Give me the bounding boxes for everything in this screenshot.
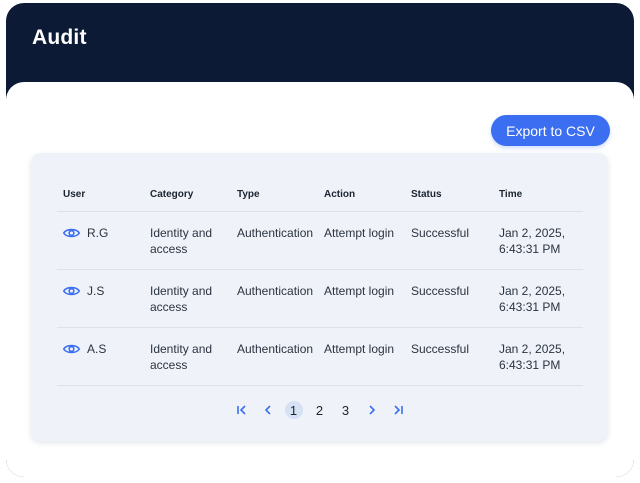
action-cell: Attempt login xyxy=(324,342,395,356)
last-page-icon[interactable] xyxy=(385,400,411,420)
time-cell: Jan 2, 2025, 6:43:31 PM xyxy=(499,226,566,256)
first-page-icon[interactable] xyxy=(229,400,255,420)
type-cell: Authentication xyxy=(237,226,314,240)
header-bar: Audit xyxy=(6,3,634,83)
page-title: Audit xyxy=(32,26,87,49)
status-cell: Successful xyxy=(411,342,470,356)
column-header-type: Type xyxy=(237,189,260,200)
user-name: R.G xyxy=(87,226,109,240)
column-header-time: Time xyxy=(499,189,523,200)
chevron-right-icon[interactable] xyxy=(359,400,385,420)
page-2-button[interactable]: 2 xyxy=(307,400,333,420)
export-csv-button[interactable]: Export to CSV xyxy=(491,115,610,146)
page-1-button[interactable]: 1 xyxy=(281,400,307,420)
user-name: A.S xyxy=(87,342,107,356)
column-header-status: Status xyxy=(411,189,442,200)
column-header-user: User xyxy=(63,189,86,200)
table-header: User Category Type Action Status Time xyxy=(57,183,583,212)
type-cell: Authentication xyxy=(237,284,314,298)
eye-icon[interactable] xyxy=(62,343,81,355)
table-row: J.S Identity and access Authentication A… xyxy=(57,270,583,328)
column-header-action: Action xyxy=(324,189,356,200)
page-1-label: 1 xyxy=(284,401,303,419)
user-cell: R.G xyxy=(62,225,109,241)
status-cell: Successful xyxy=(411,284,470,298)
table-row: A.S Identity and access Authentication A… xyxy=(57,328,583,386)
table-row: R.G Identity and access Authentication A… xyxy=(57,212,583,270)
type-cell: Authentication xyxy=(237,342,314,356)
chevron-left-icon[interactable] xyxy=(255,400,281,420)
time-cell: Jan 2, 2025, 6:43:31 PM xyxy=(499,284,566,314)
column-header-category: Category xyxy=(150,189,194,200)
time-cell: Jan 2, 2025, 6:43:31 PM xyxy=(499,342,566,372)
eye-icon[interactable] xyxy=(62,227,81,239)
audit-panel: Audit Export to CSV User Category Type A… xyxy=(6,3,634,477)
category-cell: Identity and access xyxy=(150,226,213,256)
content-area: Export to CSV User Category Type Action … xyxy=(6,82,634,477)
action-cell: Attempt login xyxy=(324,226,395,240)
pagination: 1 2 3 xyxy=(31,400,608,420)
user-cell: J.S xyxy=(62,283,105,299)
page-3-button[interactable]: 3 xyxy=(333,400,359,420)
user-cell: A.S xyxy=(62,341,107,357)
page-2-label: 2 xyxy=(315,402,324,418)
audit-table-card: User Category Type Action Status Time R.… xyxy=(31,153,608,441)
page-3-label: 3 xyxy=(341,402,350,418)
action-cell: Attempt login xyxy=(324,284,395,298)
category-cell: Identity and access xyxy=(150,342,213,372)
eye-icon[interactable] xyxy=(62,285,81,297)
category-cell: Identity and access xyxy=(150,284,213,314)
user-name: J.S xyxy=(87,284,105,298)
status-cell: Successful xyxy=(411,226,470,240)
